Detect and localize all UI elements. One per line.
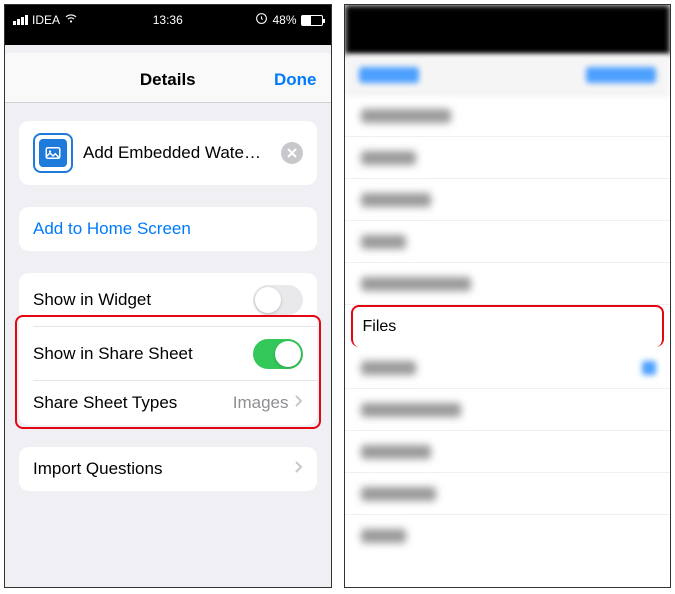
files-label: Files <box>363 318 397 336</box>
show-in-widget-row: Show in Widget <box>19 273 317 327</box>
add-to-home-label: Add to Home Screen <box>33 219 191 239</box>
list-item[interactable] <box>345 179 671 221</box>
share-sheet-types-value: Images <box>233 393 289 413</box>
types-list: Files <box>345 95 671 557</box>
status-bar-blurred <box>345 5 671 55</box>
nav-bar-blurred <box>345 55 671 95</box>
select-all-button-blurred[interactable] <box>586 67 656 83</box>
import-questions-label: Import Questions <box>33 459 295 479</box>
share-sheet-types-row[interactable]: Share Sheet Types Images <box>19 381 317 425</box>
share-sheet-types-label: Share Sheet Types <box>33 393 233 413</box>
clear-button[interactable] <box>281 142 303 164</box>
list-item[interactable] <box>345 263 671 305</box>
list-item[interactable] <box>345 347 671 389</box>
home-screen-card: Add to Home Screen <box>19 207 317 251</box>
list-item[interactable] <box>345 431 671 473</box>
files-row[interactable]: Files <box>351 305 665 347</box>
phone-left: IDEA 13:36 48% Details Done <box>4 4 332 588</box>
shortcut-card: Add Embedded Wate… <box>19 121 317 185</box>
wifi-icon <box>64 12 78 29</box>
phone-right: Files <box>344 4 672 588</box>
shortcut-name-input[interactable]: Add Embedded Wate… <box>83 143 273 163</box>
list-item[interactable] <box>345 137 671 179</box>
page-title: Details <box>140 70 196 90</box>
add-to-home-button[interactable]: Add to Home Screen <box>19 207 317 251</box>
show-in-share-sheet-label: Show in Share Sheet <box>33 344 253 364</box>
list-item[interactable] <box>345 389 671 431</box>
content: Add Embedded Wate… Add to Home Screen Sh… <box>5 103 331 587</box>
rotation-lock-icon <box>255 12 268 28</box>
nav-bar: Details Done <box>5 57 331 103</box>
settings-card: Show in Widget Show in Share Sheet Share… <box>19 273 317 425</box>
chevron-right-icon <box>295 460 303 478</box>
signal-icon <box>13 15 28 25</box>
shortcut-icon-button[interactable] <box>33 133 73 173</box>
show-in-share-sheet-toggle[interactable] <box>253 339 303 369</box>
import-questions-row[interactable]: Import Questions <box>19 447 317 491</box>
close-icon <box>287 148 297 158</box>
import-card: Import Questions <box>19 447 317 491</box>
show-in-share-sheet-row: Show in Share Sheet <box>19 327 317 381</box>
carrier-label: IDEA <box>32 13 60 27</box>
list-item[interactable] <box>345 221 671 263</box>
image-icon <box>44 144 62 162</box>
list-item[interactable] <box>345 95 671 137</box>
list-item[interactable] <box>345 473 671 515</box>
status-bar: IDEA 13:36 48% <box>5 5 331 35</box>
done-button[interactable]: Done <box>274 70 317 90</box>
list-item[interactable] <box>345 515 671 557</box>
chevron-right-icon <box>295 394 303 412</box>
back-button-blurred[interactable] <box>359 67 419 83</box>
battery-percent: 48% <box>272 13 296 27</box>
checkmark-icon <box>642 361 656 375</box>
battery-icon <box>301 15 323 26</box>
show-in-widget-toggle[interactable] <box>253 285 303 315</box>
show-in-widget-label: Show in Widget <box>33 290 253 310</box>
time-label: 13:36 <box>153 13 183 27</box>
